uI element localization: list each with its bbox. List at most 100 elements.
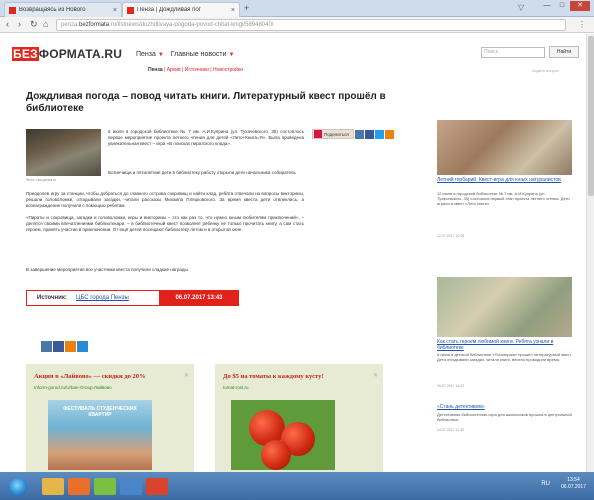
url-prefix: penza. bbox=[61, 22, 80, 28]
logo-part3: .RU bbox=[100, 47, 123, 61]
window-controls: — □ ✕ bbox=[540, 1, 590, 11]
tab-active[interactable]: Пенза | Дождливая пог × bbox=[122, 2, 240, 17]
subnav-item[interactable]: Архив bbox=[167, 67, 181, 73]
close-icon[interactable]: × bbox=[113, 7, 117, 14]
address-bar: ‹ › ↻ ⌂ penza.bezformata.ru/listnews/doz… bbox=[0, 17, 594, 33]
share-icon bbox=[314, 130, 322, 138]
chevron-down-icon[interactable]: ▼ bbox=[228, 52, 234, 58]
subnav-item[interactable]: Пенза bbox=[148, 67, 163, 73]
ad-image-text: ФЕСТИВАЛЬ СТУДЕНЧЕСКИХ КВАРТИР bbox=[63, 406, 137, 418]
article-paragraph: «Пираты и сокровища, загадки и головолом… bbox=[26, 215, 304, 232]
sidebar-news-text: Детективная библиотечная игра для школьн… bbox=[437, 412, 572, 422]
clock-time: 13:54 bbox=[567, 477, 580, 483]
source-box: Источник: ЦБС города Пензы 06.07.2017 13… bbox=[26, 290, 239, 306]
language-indicator[interactable]: RU bbox=[541, 481, 550, 487]
home-icon[interactable]: ⌂ bbox=[43, 19, 48, 29]
tab-previous[interactable]: Возвращаясь из Нового × bbox=[4, 2, 122, 17]
sidebar-news-title[interactable]: Летний гербарий. Квест-игра для юных нат… bbox=[437, 177, 572, 183]
sub-nav: Пенза | Архив | Источники | Новостройки bbox=[148, 67, 243, 73]
url-domain: bezformata bbox=[79, 22, 110, 28]
ad-block[interactable]: Акция в «Лайвово» — скидки до 20% Inform… bbox=[26, 364, 194, 472]
app-icon[interactable] bbox=[94, 478, 116, 495]
ad-url[interactable]: Inform-gorod.ru/Urban-Group-Лайвово bbox=[34, 385, 112, 390]
nav-item-city[interactable]: Пенза bbox=[136, 51, 156, 58]
source-label: Источник: bbox=[37, 295, 67, 301]
maximize-button[interactable]: □ bbox=[555, 1, 569, 11]
page-content: БЕЗФОРМАТА.RU Пенза ▼ Главные новости ▼ … bbox=[0, 34, 594, 472]
browser-tabbar: Возвращаясь из Нового × Пенза | Дождлива… bbox=[0, 0, 594, 17]
sidebar-news-title[interactable]: Как стать героем любимой книги. Ребята у… bbox=[437, 339, 572, 351]
sidebar-news-date: 04.07.2017 11:30 bbox=[437, 428, 464, 432]
article-paragraph: Ботинчищи и пятилетние дети в библиотеку… bbox=[108, 170, 296, 175]
reload-icon[interactable]: ↻ bbox=[30, 19, 38, 30]
close-icon[interactable]: ✕ bbox=[184, 372, 189, 379]
vk-icon[interactable] bbox=[354, 129, 364, 139]
twitter-icon[interactable] bbox=[374, 129, 384, 139]
close-window-button[interactable]: ✕ bbox=[570, 1, 590, 11]
scrollbar-thumb[interactable] bbox=[588, 36, 594, 196]
ad-title[interactable]: До $5 на томаты к каждому кусту! bbox=[223, 373, 324, 380]
subnav-item[interactable]: Источники bbox=[185, 67, 209, 73]
source-link[interactable]: ЦБС города Пензы bbox=[76, 295, 129, 301]
close-icon[interactable]: × bbox=[231, 7, 235, 14]
ad-block[interactable]: До $5 на томаты к каждому кусту! tomat-r… bbox=[215, 364, 383, 472]
article-paragraph: В завершение мероприятия все участники к… bbox=[26, 267, 190, 272]
sidebar-news-image[interactable] bbox=[437, 277, 572, 337]
explorer-icon[interactable] bbox=[42, 478, 64, 495]
back-icon[interactable]: ‹ bbox=[6, 19, 9, 29]
share-widget: Поделиться bbox=[312, 129, 422, 139]
search-input[interactable]: Поиск bbox=[481, 47, 545, 58]
close-icon[interactable]: ✕ bbox=[373, 372, 378, 379]
clock[interactable]: 13:54 06.07.2017 bbox=[561, 477, 586, 491]
browser-icon[interactable] bbox=[146, 478, 168, 495]
favicon-icon bbox=[127, 6, 134, 14]
vertical-scrollbar[interactable] bbox=[586, 34, 594, 472]
article-paragraph: Преодолев игру за станции, чтобы добрать… bbox=[26, 191, 304, 208]
nav-item-main-news[interactable]: Главные новости bbox=[171, 51, 227, 58]
facebook-icon[interactable] bbox=[364, 129, 374, 139]
minimize-button[interactable]: — bbox=[540, 1, 554, 11]
site-nav: Пенза ▼ Главные новости ▼ bbox=[136, 51, 239, 58]
share-button[interactable]: Поделиться bbox=[312, 129, 354, 139]
site-logo[interactable]: БЕЗФОРМАТА.RU bbox=[12, 47, 122, 61]
ad-title[interactable]: Акция в «Лайвово» — скидки до 20% bbox=[34, 373, 146, 380]
tomato-shape bbox=[261, 440, 291, 470]
clock-date: 06.07.2017 bbox=[560, 484, 586, 490]
extended-search-link[interactable]: Задать вопрос bbox=[532, 68, 559, 73]
sidebar-news-image[interactable] bbox=[437, 120, 572, 175]
new-tab-button[interactable]: + bbox=[244, 3, 249, 13]
facebook-icon[interactable] bbox=[53, 341, 64, 352]
chevron-down-icon[interactable]: ▼ bbox=[158, 52, 164, 58]
sidebar-news-text: 6 июля в детской библиотеке «Почемучка» … bbox=[437, 352, 572, 362]
source-date: 06.07.2017 13:43 bbox=[159, 291, 239, 305]
vk-icon[interactable] bbox=[41, 341, 52, 352]
start-button[interactable] bbox=[9, 478, 27, 496]
article-photo bbox=[26, 129, 101, 176]
forward-icon[interactable]: › bbox=[18, 19, 21, 29]
tab-label: Пенза | Дождливая пог bbox=[137, 7, 201, 13]
media-player-icon[interactable] bbox=[68, 478, 90, 495]
url-input[interactable]: penza.bezformata.ru/listnews/dozhdlivaya… bbox=[56, 19, 566, 31]
share-buttons-bottom bbox=[41, 341, 88, 352]
app-icon[interactable] bbox=[120, 478, 142, 495]
menu-icon[interactable]: ⋮ bbox=[578, 20, 586, 29]
ad-url[interactable]: tomat-rost.ru bbox=[223, 385, 249, 390]
taskbar: RU 13:54 06.07.2017 bbox=[0, 472, 594, 500]
tab-label: Возвращаясь из Нового bbox=[19, 7, 86, 13]
sidebar-news-date: 06.07.2017 14:22 bbox=[437, 384, 465, 388]
search-button[interactable]: Найти bbox=[549, 46, 579, 58]
subnav-item[interactable]: Новостройки bbox=[213, 67, 243, 73]
photo-caption: Фото: cbs-penza.ru bbox=[26, 178, 57, 182]
sidebar-news-date: 12.07.2017 10:05 bbox=[437, 234, 465, 238]
odnoklassniki-icon[interactable] bbox=[384, 129, 394, 139]
odnoklassniki-icon[interactable] bbox=[65, 341, 76, 352]
download-icon[interactable]: ▽ bbox=[518, 3, 524, 12]
favicon-icon bbox=[9, 6, 16, 14]
mailru-icon[interactable] bbox=[77, 341, 88, 352]
article-headline: Дождливая погода – повод читать книги. Л… bbox=[26, 91, 386, 114]
logo-part1: БЕЗ bbox=[12, 47, 39, 61]
share-label: Поделиться bbox=[324, 131, 349, 137]
sidebar-news-title[interactable]: «Стань детективом» bbox=[437, 404, 572, 410]
sidebar-news-text: 12 июля в городской библиотеке № 7 им. А… bbox=[437, 191, 570, 206]
ad-image[interactable] bbox=[231, 400, 335, 470]
